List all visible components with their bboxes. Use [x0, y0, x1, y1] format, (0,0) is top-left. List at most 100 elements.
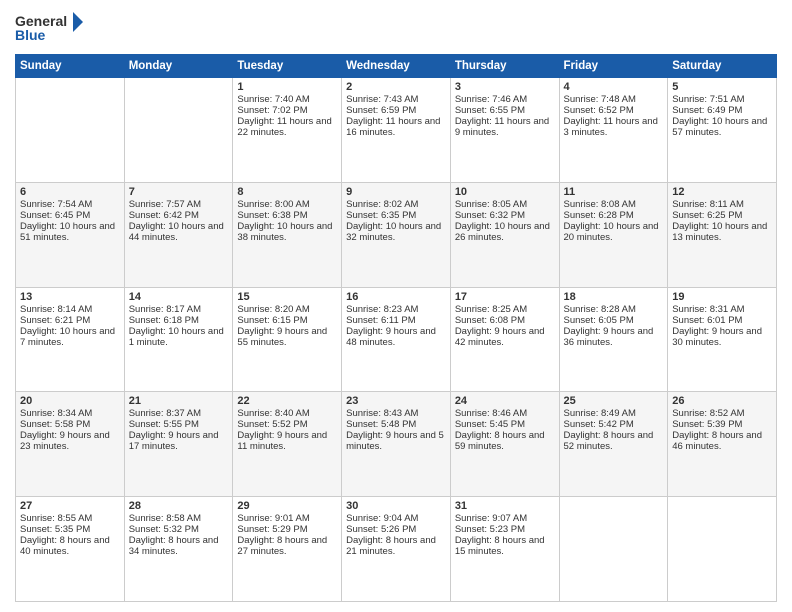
day-number: 30 [346, 500, 446, 512]
sunset-text: Sunset: 5:58 PM [20, 419, 120, 430]
sunset-text: Sunset: 6:05 PM [564, 315, 664, 326]
daylight-text: Daylight: 9 hours and 36 minutes. [564, 326, 664, 348]
sunset-text: Sunset: 5:42 PM [564, 419, 664, 430]
sunrise-text: Sunrise: 8:55 AM [20, 513, 120, 524]
sunset-text: Sunset: 6:28 PM [564, 210, 664, 221]
calendar-cell: 14Sunrise: 8:17 AMSunset: 6:18 PMDayligh… [124, 287, 233, 392]
day-number: 27 [20, 500, 120, 512]
daylight-text: Daylight: 9 hours and 30 minutes. [672, 326, 772, 348]
day-number: 14 [129, 291, 229, 303]
calendar-cell: 28Sunrise: 8:58 AMSunset: 5:32 PMDayligh… [124, 497, 233, 602]
daylight-text: Daylight: 10 hours and 7 minutes. [20, 326, 120, 348]
daylight-text: Daylight: 8 hours and 52 minutes. [564, 430, 664, 452]
sunset-text: Sunset: 6:11 PM [346, 315, 446, 326]
calendar-cell [668, 497, 777, 602]
sunrise-text: Sunrise: 8:25 AM [455, 304, 555, 315]
calendar-cell: 16Sunrise: 8:23 AMSunset: 6:11 PMDayligh… [342, 287, 451, 392]
day-number: 8 [237, 186, 337, 198]
sunset-text: Sunset: 6:35 PM [346, 210, 446, 221]
sunset-text: Sunset: 5:45 PM [455, 419, 555, 430]
calendar-cell: 18Sunrise: 8:28 AMSunset: 6:05 PMDayligh… [559, 287, 668, 392]
sunrise-text: Sunrise: 8:40 AM [237, 408, 337, 419]
logo-svg: GeneralBlue [15, 10, 85, 46]
sunrise-text: Sunrise: 7:54 AM [20, 199, 120, 210]
sunset-text: Sunset: 7:02 PM [237, 105, 337, 116]
sunset-text: Sunset: 6:38 PM [237, 210, 337, 221]
daylight-text: Daylight: 10 hours and 1 minute. [129, 326, 229, 348]
sunrise-text: Sunrise: 8:23 AM [346, 304, 446, 315]
day-number: 16 [346, 291, 446, 303]
day-number: 18 [564, 291, 664, 303]
calendar-table: SundayMondayTuesdayWednesdayThursdayFrid… [15, 54, 777, 602]
daylight-text: Daylight: 10 hours and 13 minutes. [672, 221, 772, 243]
day-number: 10 [455, 186, 555, 198]
sunrise-text: Sunrise: 8:37 AM [129, 408, 229, 419]
weekday-header-wednesday: Wednesday [342, 55, 451, 78]
sunrise-text: Sunrise: 7:57 AM [129, 199, 229, 210]
day-number: 12 [672, 186, 772, 198]
weekday-header-thursday: Thursday [450, 55, 559, 78]
day-number: 13 [20, 291, 120, 303]
day-number: 21 [129, 395, 229, 407]
sunrise-text: Sunrise: 8:11 AM [672, 199, 772, 210]
calendar-cell: 24Sunrise: 8:46 AMSunset: 5:45 PMDayligh… [450, 392, 559, 497]
calendar-week-row: 27Sunrise: 8:55 AMSunset: 5:35 PMDayligh… [16, 497, 777, 602]
calendar-cell: 3Sunrise: 7:46 AMSunset: 6:55 PMDaylight… [450, 78, 559, 183]
daylight-text: Daylight: 8 hours and 15 minutes. [455, 535, 555, 557]
day-number: 31 [455, 500, 555, 512]
sunset-text: Sunset: 6:55 PM [455, 105, 555, 116]
daylight-text: Daylight: 9 hours and 42 minutes. [455, 326, 555, 348]
daylight-text: Daylight: 9 hours and 17 minutes. [129, 430, 229, 452]
daylight-text: Daylight: 8 hours and 46 minutes. [672, 430, 772, 452]
daylight-text: Daylight: 8 hours and 34 minutes. [129, 535, 229, 557]
weekday-header-tuesday: Tuesday [233, 55, 342, 78]
day-number: 17 [455, 291, 555, 303]
calendar-cell: 2Sunrise: 7:43 AMSunset: 6:59 PMDaylight… [342, 78, 451, 183]
sunset-text: Sunset: 6:32 PM [455, 210, 555, 221]
calendar-cell [124, 78, 233, 183]
calendar-cell: 8Sunrise: 8:00 AMSunset: 6:38 PMDaylight… [233, 182, 342, 287]
day-number: 1 [237, 81, 337, 93]
day-number: 9 [346, 186, 446, 198]
sunrise-text: Sunrise: 8:14 AM [20, 304, 120, 315]
calendar-cell: 13Sunrise: 8:14 AMSunset: 6:21 PMDayligh… [16, 287, 125, 392]
calendar-cell: 27Sunrise: 8:55 AMSunset: 5:35 PMDayligh… [16, 497, 125, 602]
sunset-text: Sunset: 6:18 PM [129, 315, 229, 326]
day-number: 28 [129, 500, 229, 512]
calendar-cell: 25Sunrise: 8:49 AMSunset: 5:42 PMDayligh… [559, 392, 668, 497]
daylight-text: Daylight: 10 hours and 38 minutes. [237, 221, 337, 243]
daylight-text: Daylight: 11 hours and 16 minutes. [346, 116, 446, 138]
sunrise-text: Sunrise: 8:49 AM [564, 408, 664, 419]
weekday-header-row: SundayMondayTuesdayWednesdayThursdayFrid… [16, 55, 777, 78]
daylight-text: Daylight: 11 hours and 3 minutes. [564, 116, 664, 138]
header: GeneralBlue [15, 10, 777, 46]
sunset-text: Sunset: 6:49 PM [672, 105, 772, 116]
daylight-text: Daylight: 10 hours and 20 minutes. [564, 221, 664, 243]
sunrise-text: Sunrise: 9:07 AM [455, 513, 555, 524]
calendar-cell: 4Sunrise: 7:48 AMSunset: 6:52 PMDaylight… [559, 78, 668, 183]
sunrise-text: Sunrise: 8:02 AM [346, 199, 446, 210]
day-number: 20 [20, 395, 120, 407]
daylight-text: Daylight: 8 hours and 59 minutes. [455, 430, 555, 452]
day-number: 3 [455, 81, 555, 93]
sunrise-text: Sunrise: 9:04 AM [346, 513, 446, 524]
sunrise-text: Sunrise: 9:01 AM [237, 513, 337, 524]
day-number: 2 [346, 81, 446, 93]
calendar-cell: 6Sunrise: 7:54 AMSunset: 6:45 PMDaylight… [16, 182, 125, 287]
sunset-text: Sunset: 6:52 PM [564, 105, 664, 116]
calendar-cell: 29Sunrise: 9:01 AMSunset: 5:29 PMDayligh… [233, 497, 342, 602]
sunrise-text: Sunrise: 8:46 AM [455, 408, 555, 419]
logo: GeneralBlue [15, 10, 85, 46]
sunset-text: Sunset: 5:39 PM [672, 419, 772, 430]
daylight-text: Daylight: 10 hours and 51 minutes. [20, 221, 120, 243]
calendar-week-row: 1Sunrise: 7:40 AMSunset: 7:02 PMDaylight… [16, 78, 777, 183]
sunrise-text: Sunrise: 7:43 AM [346, 94, 446, 105]
calendar-cell: 10Sunrise: 8:05 AMSunset: 6:32 PMDayligh… [450, 182, 559, 287]
sunrise-text: Sunrise: 7:51 AM [672, 94, 772, 105]
calendar-cell [559, 497, 668, 602]
daylight-text: Daylight: 10 hours and 26 minutes. [455, 221, 555, 243]
sunrise-text: Sunrise: 8:08 AM [564, 199, 664, 210]
daylight-text: Daylight: 11 hours and 9 minutes. [455, 116, 555, 138]
calendar-cell: 9Sunrise: 8:02 AMSunset: 6:35 PMDaylight… [342, 182, 451, 287]
sunset-text: Sunset: 5:55 PM [129, 419, 229, 430]
